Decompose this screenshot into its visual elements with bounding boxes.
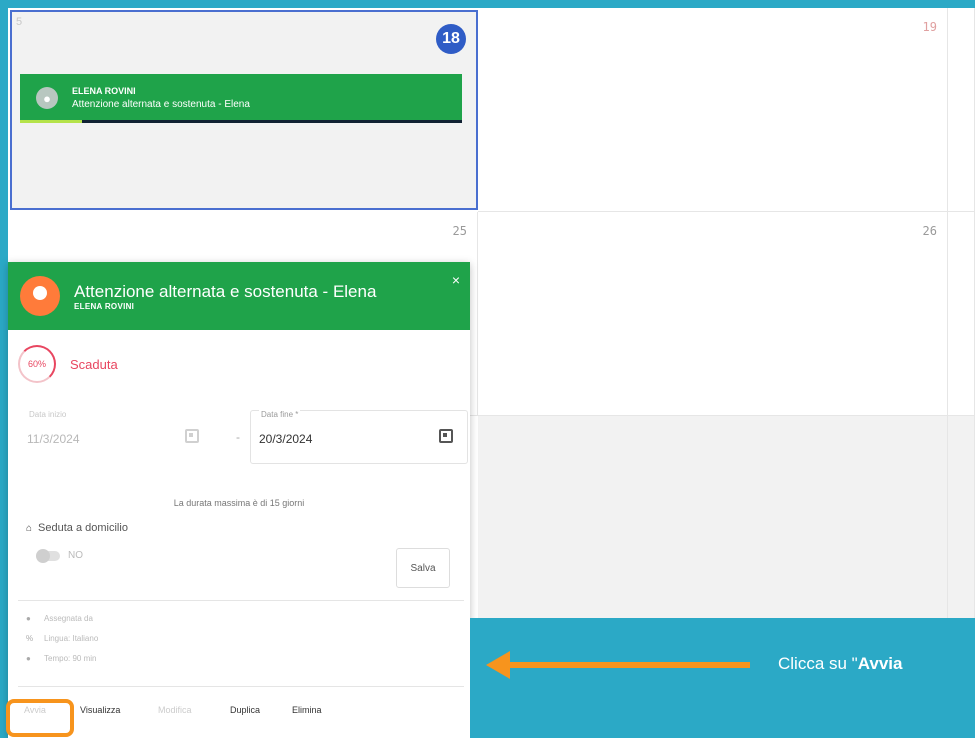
- popover-subtitle: ELENA ROVINI: [74, 301, 135, 311]
- event-progress-track: [20, 120, 462, 123]
- calendar-cell[interactable]: [948, 416, 975, 620]
- end-date-label: Data fine *: [259, 410, 301, 419]
- status-row: 60% Scaduta: [8, 330, 470, 384]
- modifica-button[interactable]: Modifica: [158, 705, 192, 715]
- arrow-line: [508, 662, 750, 668]
- event-title: Attenzione alternata e sostenuta - Elena: [72, 99, 250, 110]
- clock-icon: ●: [26, 654, 31, 663]
- calendar-cell[interactable]: 26: [478, 212, 948, 416]
- calendar-icon: [185, 429, 199, 443]
- today-date-badge: 18: [436, 24, 466, 54]
- popover-title: Attenzione alternata e sostenuta - Elena: [74, 281, 377, 301]
- cell-date-number: 26: [922, 224, 937, 238]
- home-session-toggle[interactable]: [36, 548, 60, 563]
- event-progress-bar: [20, 120, 82, 123]
- calendar-cell[interactable]: [478, 416, 948, 620]
- tutorial-highlight: [6, 699, 74, 737]
- visualizza-button[interactable]: Visualizza: [80, 705, 120, 715]
- duplica-button[interactable]: Duplica: [230, 705, 260, 715]
- event-assignee: ELENA ROVINI: [72, 86, 136, 96]
- info-time: ● Tempo: 90 min: [26, 654, 96, 663]
- end-date-value: 20/3/2024: [259, 432, 313, 446]
- calendar-cell[interactable]: 19: [478, 8, 948, 212]
- start-date-label: Data inizio: [27, 410, 69, 419]
- date-separator: -: [236, 430, 240, 444]
- date-range: Data inizio 11/3/2024 - Data fine * 20/3…: [18, 410, 468, 466]
- cell-date-number: 19: [922, 20, 937, 34]
- cell-date-number: 25: [452, 224, 467, 238]
- home-session-label: Seduta a domicilio: [38, 522, 128, 534]
- status-label: Scaduta: [70, 356, 118, 372]
- tutorial-instruction: Clicca su "Avvia: [778, 654, 903, 673]
- divider: [18, 600, 464, 601]
- info-assigned: ● Assegnata da: [26, 614, 93, 623]
- calendar-event[interactable]: ● ELENA ROVINI Attenzione alternata e so…: [20, 74, 462, 122]
- elimina-button[interactable]: Elimina: [292, 705, 322, 715]
- home-session-row: ⌂ Seduta a domicilio: [26, 522, 128, 534]
- home-icon: ⌂: [26, 522, 33, 534]
- toggle-label: NO: [68, 550, 83, 561]
- translate-icon: %: [26, 634, 34, 643]
- calendar-cell-today[interactable]: 5 18 ● ELENA ROVINI Attenzione alternata…: [10, 10, 478, 210]
- calendar-icon[interactable]: [439, 429, 453, 443]
- person-icon: ●: [26, 614, 31, 623]
- popover-header: Attenzione alternata e sostenuta - Elena…: [8, 262, 470, 330]
- calendar-cell[interactable]: [948, 212, 975, 416]
- duration-hint: La durata massima è di 15 giorni: [173, 498, 305, 508]
- progress-circle: 60%: [18, 345, 56, 383]
- info-language: % Lingua: Italiano: [26, 634, 98, 643]
- arrow-left-icon: [486, 651, 510, 679]
- divider: [18, 686, 464, 687]
- time-label: Tempo: 90 min: [44, 654, 97, 663]
- end-date-field[interactable]: Data fine * 20/3/2024: [250, 410, 468, 464]
- start-date-field: Data inizio 11/3/2024: [18, 410, 214, 464]
- language-label: Lingua: Italiano: [44, 634, 99, 643]
- calendar-cell[interactable]: [948, 8, 975, 212]
- home-session-toggle-row: NO: [36, 548, 83, 563]
- user-avatar-icon: [20, 276, 60, 316]
- save-button[interactable]: Salva: [396, 548, 450, 588]
- assigned-label: Assegnata da: [44, 614, 93, 623]
- tutorial-banner: Clicca su "Avvia: [470, 618, 975, 738]
- event-detail-popover: Attenzione alternata e sostenuta - Elena…: [8, 262, 470, 738]
- start-date-value: 11/3/2024: [27, 432, 80, 446]
- cell-corner-number: 5: [16, 16, 23, 28]
- close-icon[interactable]: ×: [452, 272, 460, 288]
- user-icon: ●: [36, 87, 58, 109]
